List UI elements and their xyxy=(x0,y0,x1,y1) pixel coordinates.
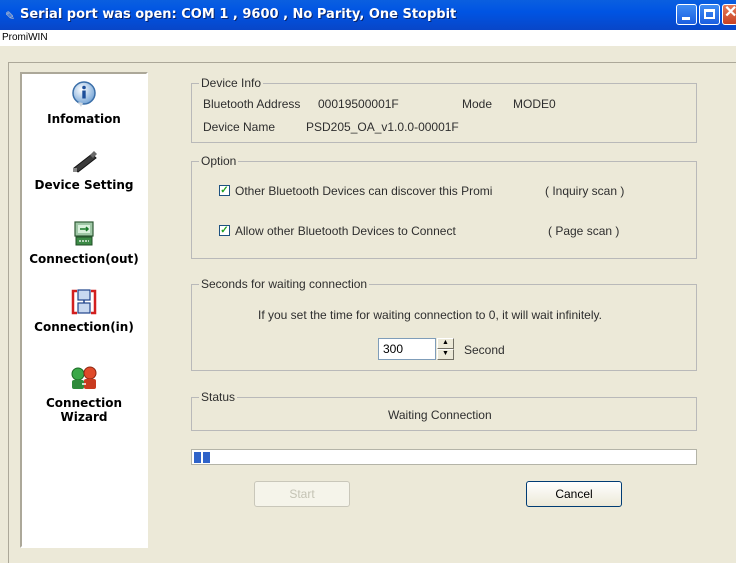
bt-address-label: Bluetooth Address xyxy=(203,97,301,111)
info-icon xyxy=(72,81,96,107)
sidebar-item-device-setting[interactable]: Device Setting xyxy=(22,146,146,192)
progress-block xyxy=(194,452,201,463)
inquiry-scan-note: ( Inquiry scan ) xyxy=(545,184,625,198)
cancel-button[interactable]: Cancel xyxy=(526,481,622,507)
start-button[interactable]: Start xyxy=(254,481,350,507)
minimize-button[interactable] xyxy=(676,4,697,25)
status-text: Waiting Connection xyxy=(388,408,492,422)
sidebar-item-label: Connection(out) xyxy=(29,252,139,266)
mode-label: Mode xyxy=(462,97,493,111)
page-scan-note: ( Page scan ) xyxy=(548,224,620,238)
waiting-hint: If you set the time for waiting connecti… xyxy=(258,308,602,322)
sidebar-item-label: Infomation xyxy=(47,112,121,126)
sidebar-item-connection-in[interactable]: Connection(in) xyxy=(22,288,146,334)
group-title: Status xyxy=(199,390,238,404)
wizard-icon xyxy=(71,366,97,389)
device-name-value: PSD205_OA_v1.0.0-00001F xyxy=(306,120,459,134)
group-title: Device Info xyxy=(199,76,264,90)
minimize-icon xyxy=(682,17,690,20)
device-info-group: Device Info xyxy=(191,76,697,143)
connect-label[interactable]: Allow other Bluetooth Devices to Connect xyxy=(235,224,456,238)
discover-label[interactable]: Other Bluetooth Devices can discover thi… xyxy=(235,184,492,198)
sidebar-item-connection-wizard[interactable]: Connection Wizard xyxy=(22,364,146,424)
sidebar-item-label: Connection(in) xyxy=(34,320,134,334)
mode-value: MODE0 xyxy=(513,97,556,111)
device-icon xyxy=(73,151,97,173)
bt-address-value: 00019500001F xyxy=(318,97,399,111)
discover-checkbox[interactable]: ✓ xyxy=(219,185,230,196)
spin-down-icon[interactable]: ▼ xyxy=(437,349,454,360)
spin-up-icon[interactable]: ▲ xyxy=(437,338,454,349)
app-name[interactable]: PromiWIN xyxy=(2,32,48,43)
connection-in-icon xyxy=(71,289,97,315)
progress-bar xyxy=(191,449,697,465)
sidebar-item-information[interactable]: Infomation xyxy=(22,80,146,126)
sidebar-item-connection-out[interactable]: Connection(out) xyxy=(22,220,146,266)
group-title: Option xyxy=(199,154,239,168)
sidebar-item-label: Connection Wizard xyxy=(45,396,123,424)
maximize-icon xyxy=(704,9,715,19)
close-icon: ✕ xyxy=(724,4,736,21)
connection-out-icon xyxy=(74,221,94,246)
title-bar: ✎ Serial port was open: COM 1 , 9600 , N… xyxy=(0,0,736,30)
device-name-label: Device Name xyxy=(203,120,276,134)
menu-bar: PromiWIN xyxy=(0,30,736,46)
group-title: Seconds for waiting connection xyxy=(199,277,370,291)
connect-checkbox[interactable]: ✓ xyxy=(219,225,230,236)
seconds-unit: Second xyxy=(464,343,505,357)
window-title: Serial port was open: COM 1 , 9600 , No … xyxy=(20,7,457,22)
app-icon: ✎ xyxy=(5,9,16,23)
seconds-input[interactable] xyxy=(378,338,436,360)
close-button[interactable]: ✕ xyxy=(722,4,736,25)
progress-block xyxy=(203,452,210,463)
maximize-button[interactable] xyxy=(699,4,720,25)
sidebar-item-label: Device Setting xyxy=(34,178,134,192)
option-group: Option xyxy=(191,154,697,259)
seconds-spinner[interactable]: ▲ ▼ xyxy=(437,338,454,360)
sidebar: Infomation Device Setting Connection(out… xyxy=(20,72,148,548)
